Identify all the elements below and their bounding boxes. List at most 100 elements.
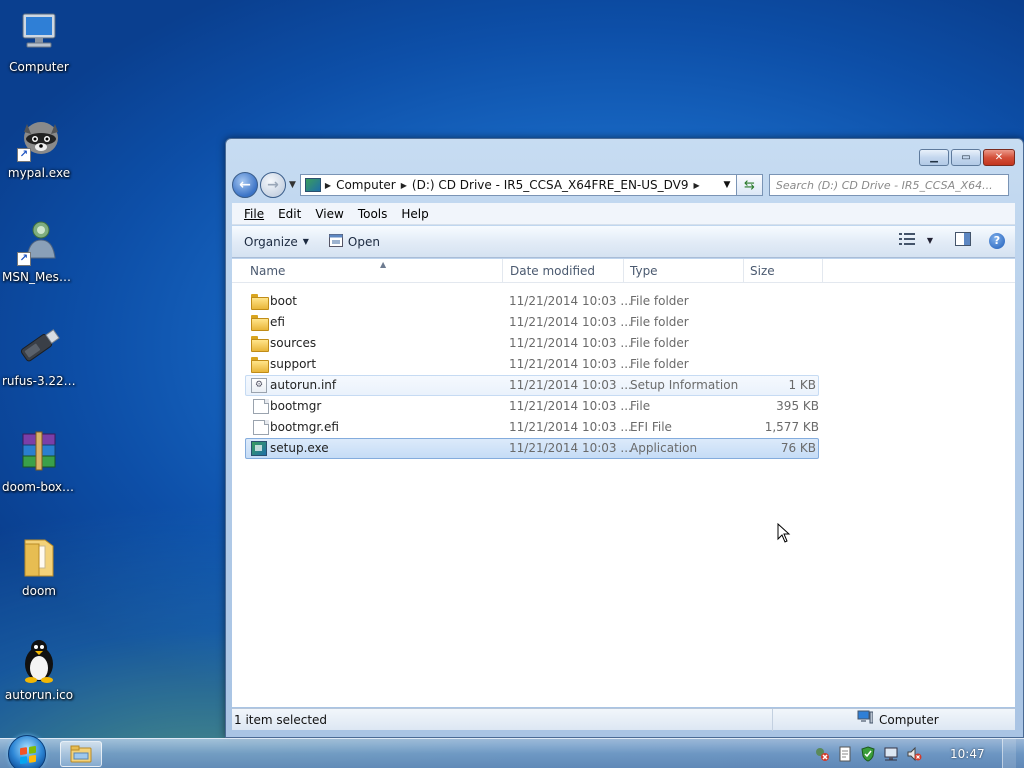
network-warning-icon[interactable] bbox=[814, 746, 830, 762]
search-placeholder: Search (D:) CD Drive - IR5_CCSA_X64... bbox=[775, 179, 993, 192]
desktop-icon-computer[interactable]: Computer bbox=[0, 8, 78, 74]
computer-icon bbox=[857, 709, 874, 731]
desktop-icon-label: doom-box.zip bbox=[2, 480, 78, 494]
security-shield-icon[interactable] bbox=[860, 746, 876, 762]
toolbar-right-group: ▼ ? bbox=[898, 232, 1005, 249]
breadcrumb-cd-drive[interactable]: (D:) CD Drive - IR5_CCSA_X64FRE_EN-US_DV… bbox=[412, 178, 689, 192]
breadcrumb-separator[interactable]: ▶ bbox=[325, 181, 331, 190]
back-button[interactable]: ← bbox=[232, 172, 258, 198]
column-header-name[interactable]: Name ▲ bbox=[244, 259, 503, 283]
status-bar: 1 item selected Computer bbox=[232, 708, 1015, 731]
winrar-icon bbox=[15, 428, 63, 476]
command-bar: Organize ▼ Open ▼ ? bbox=[232, 226, 1015, 258]
desktop-icon-doom-box[interactable]: doom-box.zip bbox=[0, 428, 78, 494]
desktop-icon-mypal[interactable]: ↗ mypal.exe bbox=[0, 114, 78, 180]
window-controls: ▁ ▭ ✕ bbox=[919, 149, 1015, 166]
column-header-date[interactable]: Date modified bbox=[504, 259, 624, 283]
menu-edit[interactable]: Edit bbox=[278, 207, 301, 221]
network-icon[interactable] bbox=[883, 746, 899, 762]
refresh-icon: ⇆ bbox=[743, 177, 755, 193]
shortcut-arrow-icon: ↗ bbox=[17, 148, 31, 162]
folder-icon bbox=[15, 532, 63, 580]
show-desktop-button[interactable] bbox=[1002, 739, 1016, 768]
folder-icon bbox=[251, 315, 269, 331]
msn-icon: ↗ bbox=[15, 218, 63, 266]
computer-icon bbox=[15, 8, 63, 56]
file-icon bbox=[253, 420, 269, 435]
menu-view[interactable]: View bbox=[315, 207, 343, 221]
close-button[interactable]: ✕ bbox=[983, 149, 1015, 166]
status-location: Computer bbox=[772, 709, 939, 731]
taskbar-explorer-button[interactable] bbox=[60, 741, 102, 767]
desktop-icon-rufus[interactable]: rufus-3.22.exe bbox=[0, 322, 78, 388]
desktop-icon-label: MSN_Mess... bbox=[2, 270, 77, 284]
desktop-icon-doom-folder[interactable]: doom bbox=[0, 532, 78, 598]
recent-pages-dropdown[interactable]: ▼ bbox=[289, 180, 296, 190]
maximize-icon: ▭ bbox=[961, 152, 971, 163]
preview-pane-icon bbox=[955, 232, 971, 246]
organize-button[interactable]: Organize ▼ bbox=[244, 235, 309, 249]
breadcrumb-computer[interactable]: Computer bbox=[336, 178, 396, 192]
menu-tools[interactable]: Tools bbox=[358, 207, 388, 221]
folder-icon bbox=[251, 357, 269, 373]
column-header-type[interactable]: Type bbox=[624, 259, 744, 283]
file-row-boot[interactable]: boot 11/21/2014 10:03 ... File folder bbox=[232, 291, 822, 312]
menu-bar: File Edit View Tools Help bbox=[232, 203, 1015, 225]
back-arrow-icon: ← bbox=[239, 177, 251, 193]
refresh-button[interactable]: ⇆ bbox=[736, 174, 763, 196]
taskbar: 10:47 bbox=[0, 735, 1024, 768]
search-input[interactable]: Search (D:) CD Drive - IR5_CCSA_X64... bbox=[768, 174, 1009, 196]
file-row-autorun-inf[interactable]: ⚙ autorun.inf 11/21/2014 10:03 ... Setup… bbox=[245, 375, 819, 396]
navigation-bar: ← → ▼ ▶ Computer ▶ (D:) CD Drive - IR5_C… bbox=[232, 171, 1015, 199]
organize-label: Organize bbox=[244, 234, 298, 249]
open-label: Open bbox=[347, 234, 380, 249]
chevron-down-icon: ▼ bbox=[926, 236, 933, 245]
clock[interactable]: 10:47 bbox=[950, 747, 996, 761]
status-location-label: Computer bbox=[879, 713, 939, 727]
sort-ascending-icon: ▲ bbox=[380, 260, 387, 269]
breadcrumb-separator[interactable]: ▶ bbox=[694, 181, 700, 190]
forward-arrow-icon: → bbox=[267, 177, 279, 193]
shortcut-arrow-icon: ↗ bbox=[17, 252, 31, 266]
open-program-icon bbox=[328, 233, 343, 250]
minimize-icon: ▁ bbox=[930, 152, 938, 163]
usb-drive-icon bbox=[15, 322, 63, 370]
breadcrumb-separator[interactable]: ▶ bbox=[401, 181, 407, 190]
close-icon: ✕ bbox=[994, 152, 1004, 163]
selection-count: 1 item selected bbox=[234, 713, 328, 727]
volume-muted-icon[interactable] bbox=[906, 746, 922, 762]
start-button[interactable] bbox=[8, 735, 46, 768]
minimize-button[interactable]: ▁ bbox=[919, 149, 949, 166]
file-row-setup-exe[interactable]: setup.exe 11/21/2014 10:03 ... Applicati… bbox=[245, 438, 819, 459]
raccoon-icon: ↗ bbox=[15, 114, 63, 162]
help-icon[interactable]: ? bbox=[989, 232, 1005, 249]
desktop-icon-autorun-ico[interactable]: autorun.ico bbox=[0, 636, 78, 702]
desktop-icon-label: Computer bbox=[9, 60, 69, 74]
file-row-support[interactable]: support 11/21/2014 10:03 ... File folder bbox=[232, 354, 822, 375]
maximize-button[interactable]: ▭ bbox=[951, 149, 981, 166]
address-dropdown-icon[interactable]: ▼ bbox=[718, 175, 736, 195]
application-icon bbox=[251, 441, 267, 456]
preview-pane-button[interactable] bbox=[955, 232, 971, 249]
folder-icon bbox=[251, 336, 269, 352]
forward-button[interactable]: → bbox=[260, 172, 286, 198]
address-bar[interactable]: ▶ Computer ▶ (D:) CD Drive - IR5_CCSA_X6… bbox=[299, 174, 737, 196]
menu-file[interactable]: File bbox=[244, 207, 264, 221]
details-view-icon bbox=[898, 233, 915, 248]
explorer-folder-icon bbox=[70, 745, 92, 763]
explorer-window: ▁ ▭ ✕ ← → ▼ ▶ Computer ▶ (D:) CD Drive -… bbox=[225, 138, 1024, 738]
desktop-icon-label: autorun.ico bbox=[4, 688, 74, 702]
desktop-icon-msn[interactable]: ↗ MSN_Mess... bbox=[0, 218, 78, 284]
menu-help[interactable]: Help bbox=[401, 207, 428, 221]
file-row-sources[interactable]: sources 11/21/2014 10:03 ... File folder bbox=[232, 333, 822, 354]
action-center-icon[interactable] bbox=[837, 746, 853, 762]
open-button[interactable]: Open bbox=[328, 233, 380, 250]
file-row-bootmgr-efi[interactable]: bootmgr.efi 11/21/2014 10:03 ... EFI Fil… bbox=[232, 417, 822, 438]
windows-logo-icon bbox=[20, 745, 36, 765]
view-options-button[interactable]: ▼ bbox=[898, 233, 933, 248]
file-row-bootmgr[interactable]: bootmgr 11/21/2014 10:03 ... File 395 KB bbox=[232, 396, 822, 417]
column-header-size[interactable]: Size bbox=[744, 259, 823, 283]
file-icon bbox=[253, 399, 269, 414]
desktop-icon-label: doom bbox=[22, 584, 56, 598]
file-row-efi[interactable]: efi 11/21/2014 10:03 ... File folder bbox=[232, 312, 822, 333]
